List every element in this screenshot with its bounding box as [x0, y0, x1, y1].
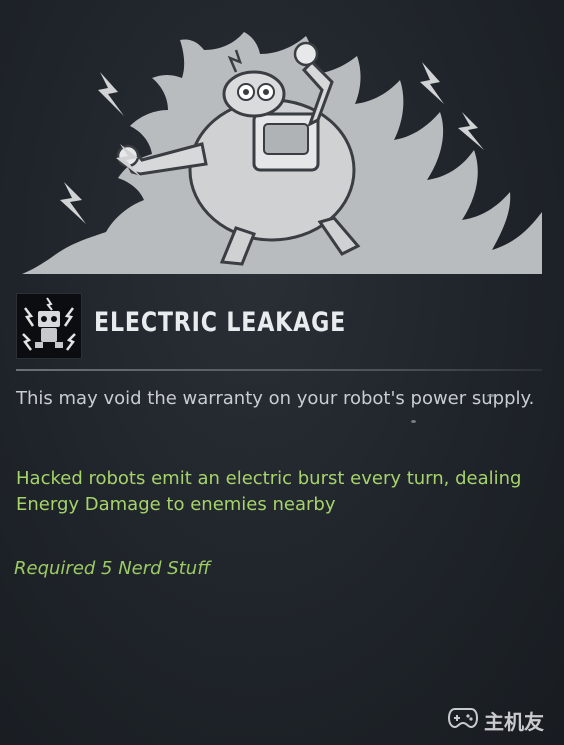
spark-3 — [60, 182, 86, 224]
ability-card: ELECTRIC LEAKAGE This may void the warra… — [0, 0, 564, 745]
divider — [16, 369, 542, 371]
robot-illustration — [22, 32, 542, 277]
watermark-text: 主机友 — [484, 709, 544, 734]
robot-electric-icon — [16, 293, 82, 359]
watermark: 主机友 — [447, 707, 544, 734]
spark-5 — [458, 112, 484, 150]
dust-speck — [487, 394, 495, 397]
robot-hand-right — [293, 41, 319, 67]
effect-text: Hacked robots emit an electric burst eve… — [16, 468, 522, 515]
robot-screen — [263, 123, 309, 155]
gamepad-icon — [447, 707, 479, 733]
dust-speck — [411, 420, 416, 423]
spark-4 — [420, 62, 444, 104]
ability-header: ELECTRIC LEAKAGE — [16, 293, 546, 361]
flavor-text: This may void the warranty on your robot… — [16, 388, 535, 409]
spark-1 — [98, 72, 124, 116]
ability-title: ELECTRIC LEAKAGE — [94, 307, 347, 338]
requirement-text: Required 5 Nerd Stuff — [14, 558, 211, 579]
